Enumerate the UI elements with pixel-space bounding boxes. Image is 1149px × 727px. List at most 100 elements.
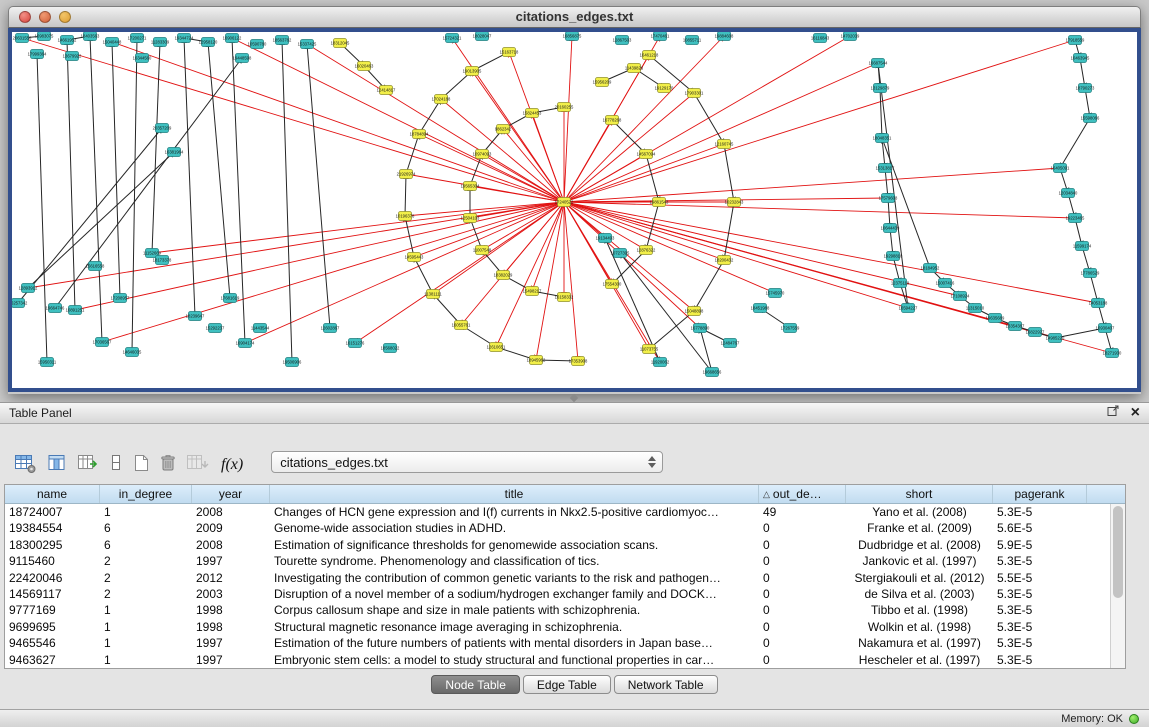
- vertical-scrollbar[interactable]: [1110, 504, 1125, 668]
- network-node-yellow[interactable]: 12876322: [637, 246, 656, 255]
- network-node-teal[interactable]: 19668656: [703, 368, 722, 377]
- network-node-teal[interactable]: 17470461: [651, 32, 670, 41]
- network-node-teal[interactable]: 12602867: [321, 324, 340, 333]
- network-node-teal[interactable]: 13679922: [63, 52, 82, 61]
- scrollbar-thumb[interactable]: [1113, 506, 1123, 598]
- network-node-teal[interactable]: 17918559: [1066, 36, 1085, 45]
- network-node-teal[interactable]: 12034840: [1059, 189, 1078, 198]
- network-edge[interactable]: [694, 260, 724, 311]
- network-node-teal[interactable]: 19506906: [283, 358, 302, 367]
- network-edge[interactable]: [132, 38, 137, 352]
- network-edge[interactable]: [536, 202, 564, 360]
- network-node-teal[interactable]: 19223465: [1066, 214, 1085, 223]
- network-node-teal[interactable]: 18173378: [153, 256, 172, 265]
- network-node-yellow[interactable]: 16461218: [640, 51, 659, 60]
- network-edge[interactable]: [724, 202, 734, 260]
- panel-splitter-handle[interactable]: [560, 394, 588, 402]
- network-node-teal[interactable]: 18568022: [381, 344, 400, 353]
- network-node-teal[interactable]: 11443544: [251, 324, 270, 333]
- network-edge[interactable]: [112, 42, 120, 298]
- network-edge[interactable]: [232, 38, 564, 202]
- network-node-teal[interactable]: 10590780: [248, 40, 267, 49]
- network-edge[interactable]: [90, 36, 102, 342]
- table-row[interactable]: 969969511998Structural magnetic resonanc…: [5, 619, 1110, 635]
- network-node-teal[interactable]: 16151276: [346, 339, 365, 348]
- network-node-teal[interactable]: 16930407: [1096, 324, 1115, 333]
- network-node-teal[interactable]: 12958120: [199, 38, 218, 47]
- network-node-teal[interactable]: 16381964: [165, 148, 184, 157]
- network-node-yellow[interactable]: 14567094: [637, 150, 656, 159]
- network-edge[interactable]: [55, 58, 242, 308]
- network-node-teal[interactable]: 18028047: [473, 32, 492, 41]
- network-node-teal[interactable]: 14661952: [58, 36, 77, 45]
- network-node-teal[interactable]: 14985220: [1046, 334, 1065, 343]
- create-table-icon[interactable]: [132, 450, 150, 474]
- column-header-in_degree[interactable]: in_degree: [100, 485, 192, 503]
- function-builder-icon[interactable]: f(x): [218, 450, 246, 474]
- network-node-teal[interactable]: 18403563: [81, 32, 100, 41]
- table-options-icon[interactable]: [14, 450, 38, 474]
- row-height-icon[interactable]: [109, 450, 123, 474]
- network-node-teal[interactable]: 15007416: [936, 279, 955, 288]
- network-edge[interactable]: [419, 134, 564, 202]
- network-node-teal[interactable]: 11283309: [151, 38, 170, 47]
- zoom-button[interactable]: [59, 11, 71, 23]
- table-row[interactable]: 946554611997Estimation of the future num…: [5, 635, 1110, 651]
- network-node-teal[interactable]: 16983075: [35, 32, 54, 41]
- network-edge[interactable]: [22, 38, 564, 202]
- table-selector-combo[interactable]: citations_edges.txt: [271, 451, 663, 473]
- column-header-year[interactable]: year: [192, 485, 270, 503]
- network-edge[interactable]: [208, 42, 230, 298]
- network-node-teal[interactable]: 18271930: [1103, 349, 1122, 358]
- network-edge[interactable]: [564, 202, 1075, 218]
- network-node-teal[interactable]: 15745970: [766, 289, 785, 298]
- network-node-yellow[interactable]: 15048898: [685, 307, 704, 316]
- network-node-yellow[interactable]: 12414817: [377, 86, 396, 95]
- network-edge[interactable]: [649, 311, 694, 349]
- network-node-teal[interactable]: 12867503: [613, 36, 632, 45]
- import-table-icon[interactable]: [186, 450, 209, 474]
- network-node-yellow[interactable]: 18945962: [527, 356, 546, 365]
- network-node-yellow[interactable]: 16778268: [603, 116, 622, 125]
- network-node-teal[interactable]: 12375119: [891, 279, 910, 288]
- network-node-teal[interactable]: 16344560: [133, 54, 152, 63]
- network-node-yellow[interactable]: 15824453: [523, 109, 542, 118]
- network-node-teal[interactable]: 18563782: [273, 36, 292, 45]
- network-node-yellow[interactable]: 11381111: [424, 290, 442, 299]
- table-row[interactable]: 977716911998Corpus callosum shape and si…: [5, 602, 1110, 618]
- network-node-teal[interactable]: 16856875: [563, 32, 582, 41]
- network-node-teal[interactable]: 10644439: [881, 224, 900, 233]
- network-node-teal[interactable]: 16116843: [811, 34, 830, 43]
- close-button[interactable]: [19, 11, 31, 23]
- network-node-yellow[interactable]: 18200432: [715, 256, 734, 265]
- table-row[interactable]: 911546021997Tourette syndrome. Phenomeno…: [5, 553, 1110, 569]
- network-node-teal[interactable]: 16822927: [1026, 328, 1045, 337]
- network-node-yellow[interactable]: 11439826: [625, 64, 644, 73]
- network-edge[interactable]: [564, 36, 572, 202]
- column-header-pagerank[interactable]: pagerank: [993, 485, 1087, 503]
- network-edge[interactable]: [37, 54, 47, 362]
- network-node-teal[interactable]: 18184952: [921, 264, 940, 273]
- network-node-teal[interactable]: 20357209: [153, 124, 172, 133]
- network-edge[interactable]: [307, 44, 330, 328]
- network-edge[interactable]: [564, 202, 775, 293]
- table-row[interactable]: 1938455462009Genome-wide association stu…: [5, 520, 1110, 536]
- network-node-yellow[interactable]: 10974093: [473, 150, 492, 159]
- close-panel-icon[interactable]: ×: [1131, 407, 1140, 419]
- network-edge[interactable]: [605, 238, 660, 362]
- network-node-teal[interactable]: 18239647: [186, 312, 205, 321]
- tab-edge-table[interactable]: Edge Table: [523, 675, 611, 694]
- network-node-teal[interactable]: 16405091: [1051, 164, 1070, 173]
- network-node-teal[interactable]: 18048351: [873, 134, 892, 143]
- network-node-teal[interactable]: 10891251: [66, 306, 85, 315]
- network-node-yellow[interactable]: 17353908: [569, 357, 588, 366]
- network-node-yellow[interactable]: 12610651: [487, 343, 506, 352]
- table-row[interactable]: 1872400712008Changes of HCN gene express…: [5, 504, 1110, 520]
- network-node-teal[interactable]: 10855711: [683, 36, 702, 45]
- export-table-icon[interactable]: [77, 450, 100, 474]
- network-node-teal[interactable]: 10727395: [611, 249, 630, 258]
- network-node-teal[interactable]: 12893912: [19, 284, 38, 293]
- network-edge[interactable]: [414, 257, 433, 294]
- network-edge[interactable]: [419, 99, 441, 134]
- network-node-teal[interactable]: 19298810: [884, 252, 903, 261]
